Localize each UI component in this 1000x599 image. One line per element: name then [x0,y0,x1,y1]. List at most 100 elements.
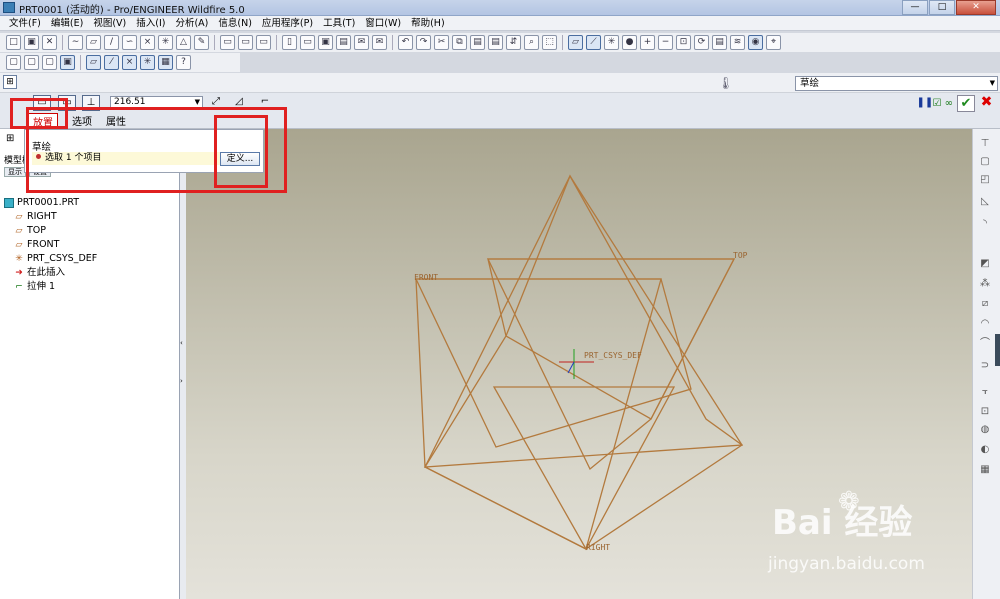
saved-views-icon[interactable]: ▤ [712,35,727,50]
display-style-icon[interactable]: ◉ [748,35,763,50]
expand-right-icon[interactable]: › [180,377,183,385]
sketch-tool-icon[interactable]: ⊞ [3,75,17,89]
pattern-icon[interactable]: ⁂ [977,277,993,291]
close-button[interactable]: ✕ [956,0,996,15]
tree-item-insert-here[interactable]: ➜ 在此插入 [4,266,97,280]
zoom-in-icon[interactable]: + [640,35,655,50]
boundary-icon[interactable]: ◐ [977,443,993,457]
minimize-button[interactable]: — [902,0,928,15]
solidify-icon[interactable]: ◍ [977,423,993,437]
menu-edit[interactable]: 编辑(E) [46,16,88,30]
annotation-toggle-icon[interactable]: ▦ [158,55,173,70]
rib-icon[interactable]: ◰ [977,173,993,187]
right-toolbar: ⊤ ▢ ◰ ◺ ◝ ◩ ⁂ ⧄ ◠ ⌒ ⊃ ⫟ ⊡ ◍ ◐ ▦ [972,129,1000,599]
plane-toggle-icon[interactable]: ▱ [86,55,101,70]
email-icon[interactable]: ✉ [354,35,369,50]
menu-analysis[interactable]: 分析(A) [170,16,213,30]
context-help-icon[interactable]: ? [176,55,191,70]
layer-icon[interactable]: ▭ [220,35,235,50]
close-window-icon[interactable]: ✕ [42,35,57,50]
sketch-icon[interactable]: ∼ [68,35,83,50]
select-box-icon[interactable]: ⬚ [542,35,557,50]
copy-icon[interactable]: ⧉ [452,35,467,50]
wireframe-icon[interactable]: ▢ [6,55,21,70]
analysis-icon[interactable]: △ [176,35,191,50]
tree-icon[interactable]: ⊞ [6,133,14,144]
curve-icon[interactable]: ∽ [122,35,137,50]
file-new-icon[interactable]: ▯ [282,35,297,50]
spin-center-icon[interactable]: ⌖ [766,35,781,50]
offset-icon[interactable]: ⫟ [977,385,993,399]
redo-icon[interactable]: ↷ [416,35,431,50]
axis-toggle-icon[interactable]: ⁄ [104,55,119,70]
layers-icon[interactable]: ≋ [730,35,745,50]
file-open-icon[interactable]: ▭ [300,35,315,50]
cancel-button[interactable]: ✖ [979,95,994,112]
shaded-icon[interactable]: ▣ [60,55,75,70]
pause-icon[interactable]: ❚❚ [917,97,934,111]
hole-icon[interactable]: ⊤ [977,137,993,151]
tree-item-extrude[interactable]: ⌐ 拉伸 1 [4,280,97,294]
shading-icon[interactable]: ● [622,35,637,50]
datum-plane-display-icon[interactable]: ▱ [568,35,583,50]
regenerate-icon[interactable]: ⇵ [506,35,521,50]
no-hidden-icon[interactable]: ▢ [42,55,57,70]
merge-icon[interactable]: ◠ [977,317,993,331]
ok-button[interactable]: ✔ [957,95,975,112]
menu-file[interactable]: 文件(F) [4,16,46,30]
point-toggle-icon[interactable]: × [122,55,137,70]
menu-applications[interactable]: 应用程序(P) [257,16,318,30]
tree-show-button[interactable]: 显示 [4,167,26,177]
file-save-icon[interactable]: ▣ [318,35,333,50]
chamfer-icon[interactable]: ◩ [977,257,993,271]
cut-icon[interactable]: ✂ [434,35,449,50]
tree-item-right[interactable]: ▱ RIGHT [4,210,97,224]
tree-item-label: 拉伸 1 [27,281,56,292]
shell-icon[interactable]: ▢ [977,155,993,169]
datum-axis-display-icon[interactable]: ⟋ [586,35,601,50]
tree-item-front[interactable]: ▱ FRONT [4,238,97,252]
axis-icon[interactable]: / [104,35,119,50]
csys-toggle-icon[interactable]: ✳ [140,55,155,70]
tree-item-top[interactable]: ▱ TOP [4,224,97,238]
zoom-out-icon[interactable]: − [658,35,673,50]
menu-info[interactable]: 信息(N) [213,16,257,30]
find-icon[interactable]: ⌕ [524,35,539,50]
point-icon[interactable]: × [140,35,155,50]
new-icon[interactable]: □ [6,35,21,50]
plane-icon[interactable]: ▱ [86,35,101,50]
model-icon[interactable]: ▭ [238,35,253,50]
menu-tools[interactable]: 工具(T) [318,16,360,30]
undo-icon[interactable]: ↶ [398,35,413,50]
menu-insert[interactable]: 插入(I) [131,16,170,30]
collapse-left-icon[interactable]: ‹ [180,339,183,347]
email-link-icon[interactable]: ✉ [372,35,387,50]
filter-select[interactable]: 草绘 [795,76,998,91]
grid-icon[interactable]: ▦ [977,463,993,477]
extend-icon[interactable]: ⊃ [977,359,993,373]
draft-icon[interactable]: ◺ [977,195,993,209]
paste-icon[interactable]: ▤ [470,35,485,50]
pen-icon[interactable]: ✎ [194,35,209,50]
hidden-line-icon[interactable]: ▢ [24,55,39,70]
toolbar-handle[interactable] [995,334,1000,366]
preview-check-icon[interactable]: ☑ ∞ [933,98,953,109]
save-icon[interactable]: ▣ [24,35,39,50]
paste-special-icon[interactable]: ▤ [488,35,503,50]
refit-icon[interactable]: ⊡ [676,35,691,50]
menu-help[interactable]: 帮助(H) [406,16,450,30]
tree-root[interactable]: PRT0001.PRT [4,196,97,210]
round-icon[interactable]: ◝ [977,217,993,231]
menu-view[interactable]: 视图(V) [88,16,131,30]
reorient-icon[interactable]: ⟳ [694,35,709,50]
trim-icon[interactable]: ⌒ [977,337,993,351]
tree-settings-icon[interactable]: ▭ [256,35,271,50]
menu-window[interactable]: 窗口(W) [360,16,406,30]
datum-point-display-icon[interactable]: ✳ [604,35,619,50]
thicken-tool-icon[interactable]: ⊡ [977,405,993,419]
maximize-button[interactable]: □ [929,0,955,15]
print-icon[interactable]: ▤ [336,35,351,50]
mirror-icon[interactable]: ⧄ [977,297,993,311]
tree-item-csys[interactable]: ✳ PRT_CSYS_DEF [4,252,97,266]
csys-icon[interactable]: ✳ [158,35,173,50]
